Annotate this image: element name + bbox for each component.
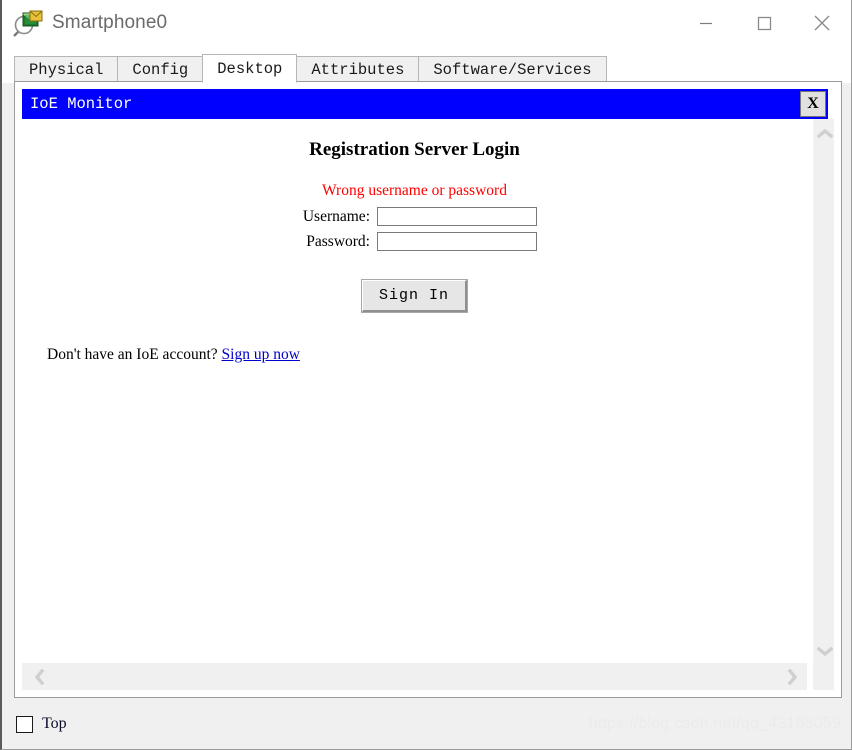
browser-viewport: Registration Server Login Wrong username…	[22, 119, 807, 665]
password-label: Password:	[306, 232, 370, 250]
chevron-up-icon	[816, 128, 833, 138]
minimize-icon	[700, 22, 712, 24]
tab-desktop[interactable]: Desktop	[202, 54, 298, 83]
window-title: Smartphone0	[52, 11, 168, 33]
minimize-button[interactable]	[677, 0, 735, 45]
page-title: Registration Server Login	[309, 139, 520, 160]
horizontal-scrollbar[interactable]	[22, 663, 807, 690]
signup-prompt-text: Don't have an IoE account?	[47, 346, 218, 363]
close-button[interactable]	[793, 0, 851, 45]
ioe-monitor-title: IoE Monitor	[30, 95, 133, 113]
maximize-button[interactable]	[735, 0, 793, 45]
error-message: Wrong username or password	[322, 182, 507, 199]
maximize-icon	[757, 16, 772, 30]
watermark: https://blog.csdn.net/qq_43185059	[588, 715, 841, 732]
ioe-monitor-close-button[interactable]: X	[800, 91, 826, 117]
tab-software-services[interactable]: Software/Services	[418, 56, 607, 83]
scrollbar-corner	[813, 663, 834, 690]
signin-row: Sign In	[22, 279, 807, 313]
tab-attributes[interactable]: Attributes	[296, 56, 420, 83]
close-icon	[814, 15, 830, 30]
chevron-down-icon	[816, 646, 833, 656]
scroll-right-button[interactable]	[781, 663, 803, 690]
username-label: Username:	[302, 207, 370, 225]
scroll-left-button[interactable]	[28, 663, 50, 690]
scroll-up-button[interactable]	[814, 123, 835, 143]
vertical-scrollbar[interactable]	[813, 119, 834, 665]
login-form: Username: Password:	[22, 207, 807, 251]
window-controls	[677, 0, 851, 45]
chevron-left-icon	[34, 668, 44, 685]
smartphone-window: Smartphone0 Physical Config Desktop Attr…	[0, 0, 852, 750]
tab-physical[interactable]: Physical	[14, 56, 119, 83]
tab-config[interactable]: Config	[117, 56, 204, 83]
top-checkbox-row[interactable]: Top	[16, 715, 67, 733]
inspect-envelope-icon	[12, 8, 46, 38]
device-tabs: Physical Config Desktop Attributes Softw…	[2, 45, 851, 83]
scroll-down-button[interactable]	[814, 641, 835, 661]
sign-in-button[interactable]: Sign In	[360, 279, 469, 313]
signup-prompt-row: Don't have an IoE account? Sign up now	[47, 346, 807, 364]
username-input[interactable]	[377, 207, 537, 226]
window-titlebar: Smartphone0	[2, 0, 851, 45]
password-row: Password:	[22, 232, 807, 251]
window-footer: Top https://blog.csdn.net/qq_43185059	[2, 699, 851, 749]
top-checkbox-label: Top	[42, 715, 67, 732]
username-row: Username:	[22, 207, 807, 226]
desktop-panel: IoE Monitor X Registration Server Login …	[14, 81, 842, 698]
chevron-right-icon	[787, 668, 797, 685]
top-checkbox[interactable]	[16, 715, 33, 733]
sign-up-now-link[interactable]: Sign up now	[222, 346, 300, 363]
password-input[interactable]	[377, 232, 537, 251]
ioe-monitor-titlebar: IoE Monitor X	[22, 89, 828, 119]
